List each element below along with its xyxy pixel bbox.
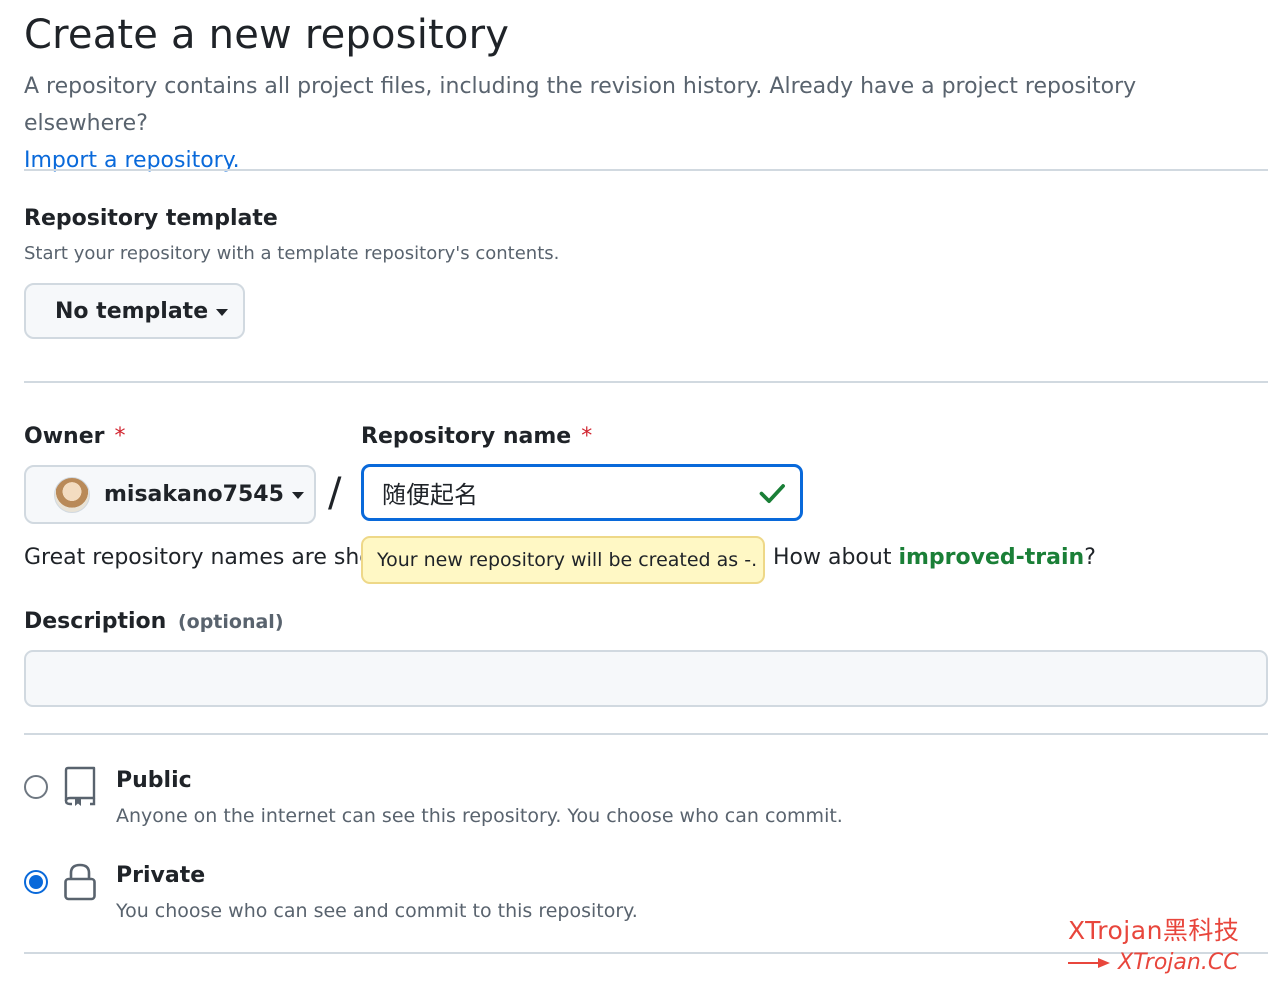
owner-label-text: Owner	[24, 424, 105, 449]
repo-icon	[64, 766, 96, 806]
owner-dropdown-label: misakano7545	[104, 482, 284, 507]
check-icon	[759, 483, 785, 503]
visibility-private-title: Private	[116, 863, 206, 888]
avatar	[54, 476, 90, 513]
visibility-private-note: You choose who can see and commit to thi…	[116, 900, 638, 922]
visibility-public-note: Anyone on the internet can see this repo…	[116, 805, 843, 827]
arrow-right-icon	[1068, 958, 1110, 968]
divider	[24, 381, 1268, 383]
visibility-public-title: Public	[116, 768, 192, 793]
hint-prefix: Great repository names are sho	[24, 545, 373, 570]
description-label: Description (optional)	[24, 608, 284, 636]
repo-name-label: Repository name *	[361, 423, 592, 451]
visibility-private-radio[interactable]	[24, 870, 48, 894]
repo-name-tooltip: Your new repository will be created as -…	[361, 536, 765, 584]
radio-dot	[29, 875, 43, 889]
divider	[24, 733, 1268, 735]
repo-name-suggestion-hint: How about improved-train?	[773, 543, 1096, 573]
lock-icon	[64, 863, 96, 901]
owner-label: Owner *	[24, 423, 125, 451]
watermark-url-text: XTrojan.CC	[1118, 950, 1239, 975]
watermark-url: XTrojan.CC	[1068, 948, 1239, 978]
page-subtitle: A repository contains all project files,…	[24, 68, 1264, 179]
hint-suffix: ?	[1084, 545, 1096, 570]
template-heading: Repository template	[24, 206, 278, 231]
template-dropdown-button[interactable]: No template	[24, 283, 245, 339]
tooltip-text: Your new repository will be created as -…	[377, 549, 758, 571]
description-label-text: Description	[24, 609, 167, 634]
optional-tag: (optional)	[177, 611, 284, 633]
chevron-down-icon	[291, 492, 304, 499]
repo-name-value: 随便起名	[382, 481, 478, 509]
repo-name-hint: Great repository names are sho	[24, 543, 373, 573]
chevron-down-icon	[216, 308, 229, 316]
suggested-name-link[interactable]: improved-train	[898, 545, 1084, 570]
visibility-public-radio[interactable]	[24, 775, 48, 799]
template-note: Start your repository with a template re…	[24, 243, 560, 264]
subtitle-text: A repository contains all project files,…	[24, 74, 1137, 136]
watermark-title: XTrojan黑科技	[1068, 916, 1240, 945]
owner-repo-separator: /	[328, 470, 342, 516]
repo-name-label-text: Repository name	[361, 424, 572, 449]
owner-dropdown-button[interactable]: misakano7545	[24, 465, 316, 524]
description-input[interactable]	[24, 650, 1268, 707]
hint-after-tooltip: How about	[773, 545, 899, 570]
page-title: Create a new repository	[24, 12, 510, 58]
required-mark: *	[581, 424, 593, 449]
divider	[24, 169, 1268, 171]
template-dropdown-label: No template	[55, 298, 209, 324]
repo-name-input[interactable]: 随便起名	[361, 464, 803, 521]
required-mark: *	[114, 424, 126, 449]
